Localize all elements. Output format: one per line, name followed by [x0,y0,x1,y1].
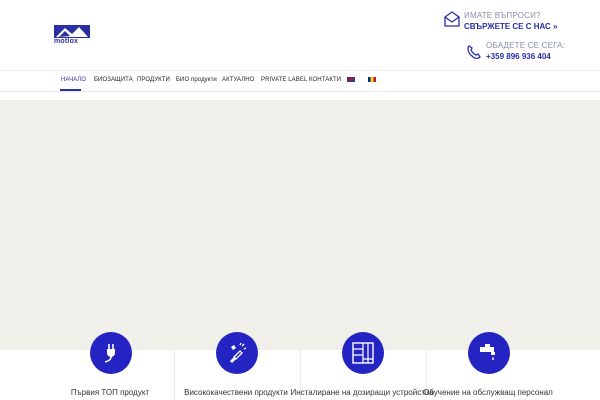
faucet-icon [480,344,495,361]
nav-item-home[interactable]: НАЧАЛО [61,77,86,83]
logo-text: motlox [54,38,79,45]
feature-item[interactable]: Висококачествени продукти [176,332,296,400]
spray-paint-icon [230,342,247,363]
site-header: motlox ИМАТЕ ВЪПРОСИ? СВЪРЖЕТЕ СЕ С НАС … [0,0,600,70]
active-nav-underline [60,89,81,91]
contact-us-link[interactable]: СВЪРЖЕТЕ СЕ С НАС » [464,22,558,31]
uk-flag-icon[interactable] [347,77,355,82]
site-logo[interactable]: motlox [54,25,92,47]
hero-banner [0,100,600,350]
feature-circle [342,332,384,374]
plug-icon [104,344,115,363]
feature-item[interactable]: Инсталиране на дозиращи устройства [291,332,433,400]
nav-item-contacts[interactable]: КОНТАКТИ [309,77,341,83]
feature-item[interactable]: Обучение на обслужващ персонал [423,332,553,400]
call-line: ОБАДЕТЕ СЕ СЕГА: [486,41,566,50]
envelope-icon [444,11,460,27]
nav-item-products[interactable]: ПРОДУКТИ [137,77,170,83]
feature-label: Обучение на обслужващ персонал [423,388,553,397]
nav-item-bio-products[interactable]: БИО продукти [176,77,217,83]
parquet-icon [352,342,374,364]
romania-flag-icon[interactable] [368,77,376,82]
feature-circle [468,332,510,374]
nav-item-bioprotection[interactable]: БИОЗАЩИТА [94,77,133,83]
nav-item-private-label[interactable]: PRIVATE LABEL [261,77,307,83]
main-navigation: НАЧАЛО БИОЗАЩИТА ПРОДУКТИ БИО продукти А… [0,70,600,92]
feature-item[interactable]: Първия ТОП продукт [50,332,170,400]
phone-icon [467,45,481,60]
question-line: ИМАТЕ ВЪПРОСИ? [464,11,541,20]
phone-number[interactable]: +359 896 936 404 [486,52,551,61]
feature-circle [216,332,258,374]
mountain-logo-icon [54,25,90,38]
nav-item-news[interactable]: АКТУАЛНО [222,77,254,83]
feature-circle [90,332,132,374]
features-row: Първия ТОП продукт Висококачествени прод… [0,332,600,400]
